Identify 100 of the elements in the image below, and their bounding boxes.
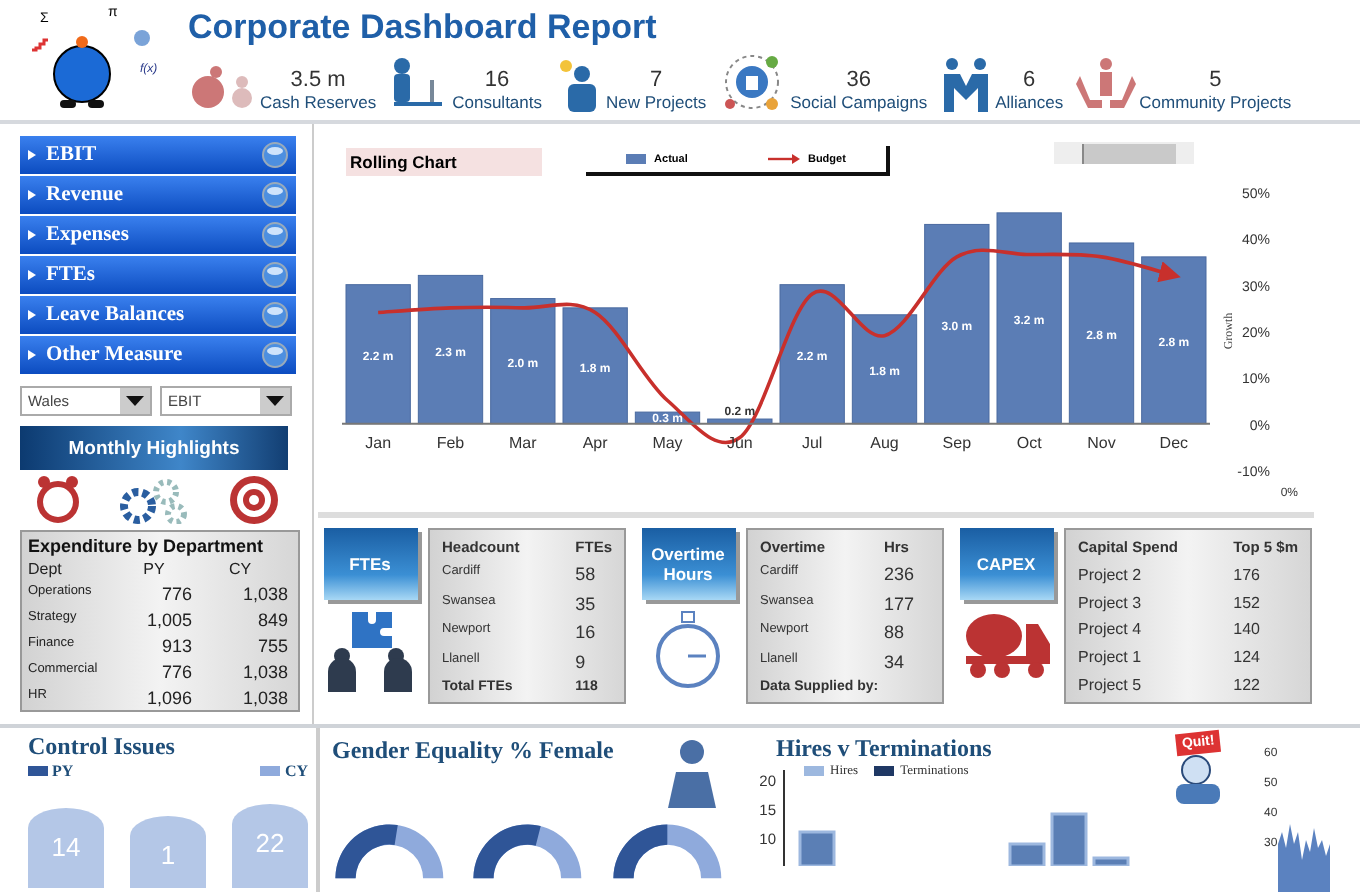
- people-puzzle-icon: [324, 608, 416, 692]
- table-cell-text: 849: [255, 610, 288, 630]
- orb-icon: [262, 182, 288, 208]
- section-title: Hires v Terminations: [776, 734, 994, 764]
- person-lightbulb-icon: [554, 56, 602, 112]
- triangle-icon: [28, 270, 36, 280]
- kpi-label: Cash Reserves: [260, 92, 377, 112]
- table-cell-text: Project 4: [1078, 620, 1144, 639]
- kpi-value: 3.5 m: [290, 68, 346, 92]
- table-cell-text: 177: [883, 593, 916, 614]
- kpi-value: 7: [649, 68, 663, 92]
- table-cell-text: 236: [883, 564, 916, 585]
- bar: [851, 314, 918, 425]
- month-label: Jul: [801, 433, 823, 452]
- triangle-icon: [28, 230, 36, 240]
- two-people-icon: [939, 56, 992, 112]
- kpi-label: Alliances: [995, 92, 1064, 112]
- menu-item[interactable]: Leave Balances: [20, 296, 296, 334]
- legend-item: CY: [260, 762, 308, 780]
- cylinder-bar: 1: [130, 815, 206, 888]
- month-label: Nov: [1087, 433, 1116, 452]
- kpi-value: 16: [484, 68, 510, 92]
- orb-icon: [262, 142, 288, 168]
- table-cell-text: Project 3: [1078, 593, 1144, 612]
- dropdown-caret-icon[interactable]: [260, 388, 290, 414]
- highlights-banner: Monthly Highlights: [20, 426, 288, 470]
- table-cell-text: 124: [1233, 648, 1262, 667]
- tile-banner: Overtime Hours: [641, 528, 735, 600]
- section-title: Control Issues: [28, 732, 177, 762]
- target-icon: [227, 474, 280, 526]
- table-cell-text: 152: [1233, 593, 1262, 612]
- kpi-label: Community Projects: [1139, 92, 1292, 112]
- table-cell-text: Project 2: [1078, 565, 1144, 584]
- table-cell-text: 1,038: [240, 662, 288, 682]
- section-title: Gender Equality % Female: [332, 736, 616, 766]
- month-label: Aug: [870, 433, 899, 452]
- cylinder-bar: 14: [28, 808, 104, 888]
- month-label: Feb: [436, 433, 465, 452]
- table-cell-text: 776: [159, 662, 192, 682]
- bar: [345, 284, 411, 425]
- orb-icon: [262, 262, 288, 288]
- legend-item: PY: [28, 762, 74, 780]
- table-cell-text: Project 1: [1078, 648, 1144, 667]
- month-label: Oct: [1016, 433, 1042, 452]
- tile-banner: FTEs: [323, 528, 417, 600]
- kpi-value: 5: [1209, 68, 1222, 92]
- table-cell-text: 176: [1233, 565, 1262, 584]
- piggy-bank-icon: [188, 60, 256, 112]
- triangle-icon: [28, 350, 36, 360]
- table-cell-text: 1,005: [144, 610, 192, 630]
- table-cell-text: Project 5: [1078, 675, 1144, 694]
- month-label: Mar: [509, 433, 537, 452]
- menu-item[interactable]: Expenses: [20, 216, 296, 254]
- mixer-truck-icon: [962, 608, 1050, 680]
- month-label: May: [652, 433, 683, 452]
- alarm-clock-icon: [36, 474, 81, 526]
- month-label: Apr: [582, 433, 608, 452]
- month-label: Jan: [365, 433, 392, 452]
- kpi-label: New Projects: [606, 92, 707, 112]
- hands-person-icon: [1075, 56, 1136, 112]
- table-cell-text: 34: [883, 651, 906, 672]
- panel-title: Expenditure by Department: [28, 536, 266, 556]
- triangle-icon: [28, 310, 36, 320]
- menu-item[interactable]: Revenue: [20, 176, 296, 214]
- bar: [707, 418, 773, 425]
- kpi-value: 36: [846, 68, 871, 92]
- chart-title: Rolling Chart: [346, 148, 542, 176]
- table-cell-text: 1,038: [240, 688, 288, 708]
- bar: [490, 298, 556, 425]
- table-cell-text: 35: [575, 593, 598, 614]
- table-cell-text: 140: [1233, 620, 1262, 639]
- column-header: PY: [141, 560, 167, 578]
- table-cell-text: 16: [575, 622, 598, 643]
- month-label: Dec: [1159, 433, 1189, 452]
- table-cell-text: 122: [1233, 675, 1262, 694]
- table-cell-text: 88: [883, 622, 906, 643]
- menu-item[interactable]: FTEs: [20, 256, 296, 294]
- table-cell-text: 755: [255, 636, 288, 656]
- tile-banner: CAPEX: [959, 528, 1053, 600]
- table-cell-text: 9: [575, 651, 588, 672]
- bar: [562, 307, 628, 425]
- bar: [779, 284, 845, 425]
- table-cell-text: 913: [159, 636, 192, 656]
- triangle-icon: [28, 150, 36, 160]
- dropdown-caret-icon[interactable]: [120, 388, 150, 414]
- menu-item[interactable]: Other Measure: [20, 336, 296, 374]
- dashboard-title: Corporate Dashboard Report: [188, 8, 659, 48]
- table-cell-text: 1,096: [144, 688, 192, 708]
- kpi-label: Social Campaigns: [790, 92, 928, 112]
- scrollbar[interactable]: [1054, 142, 1194, 164]
- table-cell-text: 776: [159, 584, 192, 604]
- bar: [634, 411, 701, 425]
- menu-item[interactable]: EBIT: [20, 136, 296, 174]
- column-header: Dept: [28, 560, 64, 578]
- table-cell-text: 58: [575, 564, 598, 585]
- orb-icon: [262, 222, 288, 248]
- orb-icon: [262, 302, 288, 328]
- kpi-value: 6: [1023, 68, 1036, 92]
- column-header: CY: [226, 560, 254, 578]
- cylinder-bar: 22: [232, 804, 308, 888]
